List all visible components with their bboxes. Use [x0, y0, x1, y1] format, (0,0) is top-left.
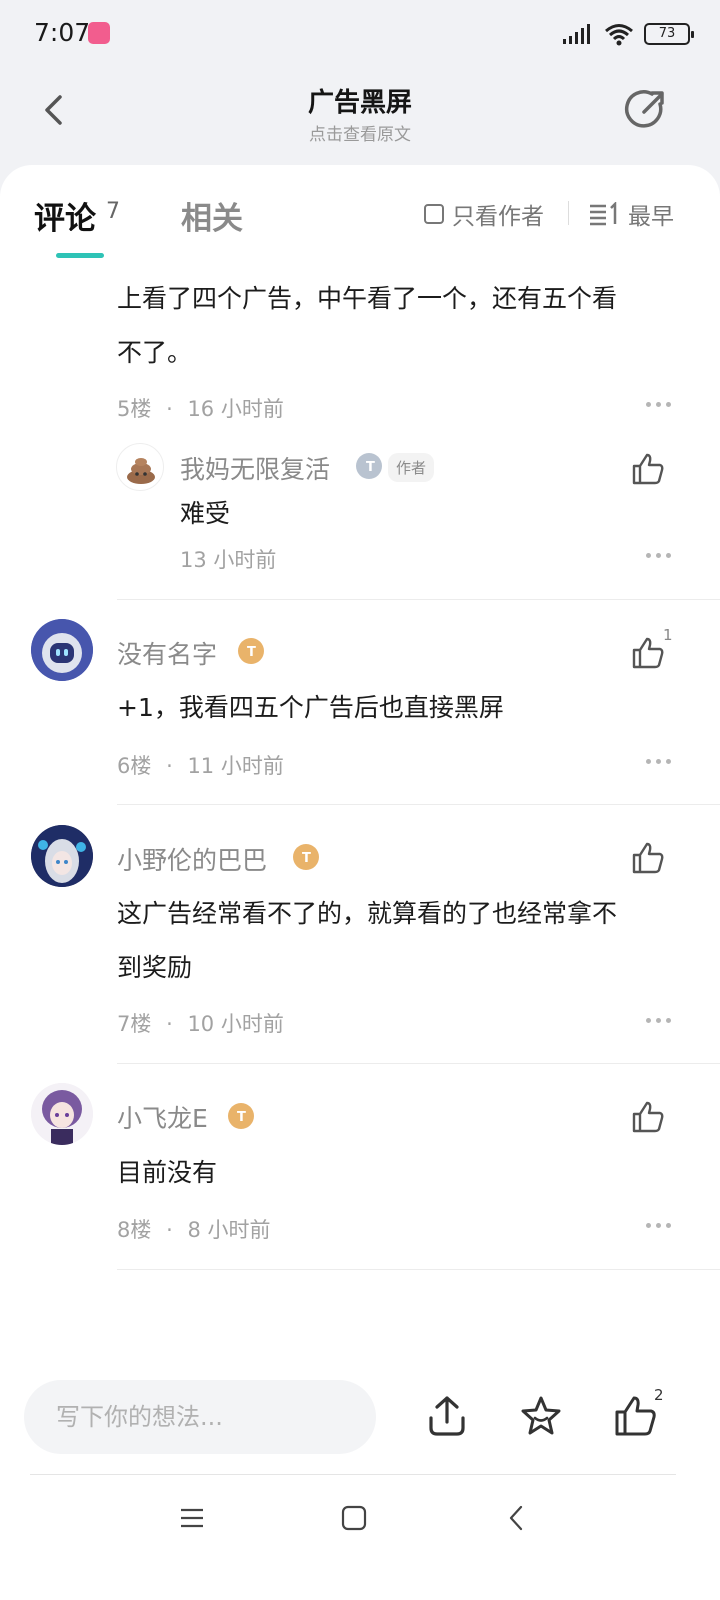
floor-number: 8楼: [117, 1218, 152, 1242]
comment-divider: [117, 599, 720, 600]
like-count: 1: [663, 626, 673, 644]
anime-girl-avatar-icon: [31, 825, 93, 887]
more-options-icon[interactable]: [646, 1018, 672, 1024]
robot-avatar-icon: [31, 619, 93, 681]
share-icon[interactable]: [622, 86, 670, 134]
status-bar: 7:07 73: [0, 0, 720, 70]
svg-text:T: T: [237, 1110, 246, 1125]
back-nav-icon[interactable]: [503, 1504, 531, 1532]
comment-time: 10 小时前: [187, 1012, 284, 1036]
bilibili-notification-icon: [88, 22, 110, 44]
sort-label: 最早: [628, 204, 674, 230]
author-tag: 作者: [388, 453, 435, 482]
tabs-row: 评论 7 相关 只看作者 最早: [0, 165, 720, 265]
bottom-divider: [30, 1474, 676, 1475]
comment-username[interactable]: 小野伦的巴巴: [117, 841, 267, 877]
comment-divider: [117, 1269, 720, 1270]
menu-nav-icon[interactable]: [178, 1504, 206, 1532]
wifi-icon: [605, 24, 633, 46]
reply-text: 难受: [180, 499, 231, 528]
level-badge-icon: T: [228, 1103, 254, 1129]
more-options-icon[interactable]: [646, 402, 672, 408]
page-header: 广告黑屏 点击查看原文: [0, 70, 720, 165]
comment-text: +1，我看四五个广告后也直接黑屏: [117, 693, 504, 722]
tab-divider: [568, 201, 569, 225]
comment-text: 上看了四个广告，中午看了一个，还有五个看: [117, 284, 618, 313]
like-icon[interactable]: [631, 636, 665, 670]
view-original-link[interactable]: 点击查看原文: [0, 120, 720, 145]
comment-meta: 7楼 · 10 小时前: [117, 1008, 284, 1038]
like-icon[interactable]: [631, 841, 665, 875]
only-author-toggle[interactable]: 只看作者: [424, 197, 544, 231]
comment-text: 这广告经常看不了的，就算看的了也经常拿不: [117, 899, 618, 928]
reply-time: 13 小时前: [180, 548, 277, 572]
comment-meta: 6楼 · 11 小时前: [117, 750, 284, 780]
comment-username[interactable]: 没有名字: [117, 635, 217, 671]
user-avatar[interactable]: [31, 619, 93, 681]
comment-time: 16 小时前: [187, 397, 284, 421]
comments-card: 评论 7 相关 只看作者 最早 上看了四个广告，中午看了一个，还有五个看 不了。…: [0, 165, 720, 1360]
status-icons: 73: [562, 20, 694, 48]
signal-icon: [563, 24, 590, 44]
share-upload-icon[interactable]: [425, 1394, 469, 1438]
favorite-star-icon[interactable]: [519, 1394, 563, 1438]
meta-dot: ·: [166, 1218, 173, 1242]
comment-divider: [117, 1063, 720, 1064]
meta-dot: ·: [166, 1012, 173, 1036]
post-like-count: 2: [654, 1386, 664, 1404]
floor-number: 5楼: [117, 397, 152, 421]
svg-text:T: T: [302, 851, 311, 866]
reply-username[interactable]: 我妈无限复活: [180, 450, 330, 486]
post-title[interactable]: 广告黑屏: [0, 82, 720, 119]
sort-button[interactable]: 最早: [588, 197, 674, 231]
level-badge-icon: T: [356, 453, 382, 479]
poop-emoji-icon: [127, 458, 155, 484]
meta-dot: ·: [166, 397, 173, 421]
tab-related[interactable]: 相关: [181, 193, 243, 238]
checkbox-icon[interactable]: [424, 204, 444, 224]
comment-username[interactable]: 小飞龙E: [117, 1099, 208, 1135]
comment-input[interactable]: 写下你的想法...: [24, 1380, 376, 1454]
comments-count: 7: [106, 199, 120, 224]
like-post-icon[interactable]: [613, 1394, 657, 1438]
active-tab-indicator: [56, 253, 104, 258]
comment-text: 不了。: [117, 338, 193, 367]
more-options-icon[interactable]: [646, 1223, 672, 1229]
sort-order-icon: [590, 202, 617, 226]
comment-text: 到奖励: [117, 953, 193, 982]
user-avatar[interactable]: [31, 825, 93, 887]
comment-time: 11 小时前: [187, 754, 284, 778]
comment-meta: 8楼 · 8 小时前: [117, 1214, 270, 1244]
meta-dot: ·: [166, 754, 173, 778]
like-icon[interactable]: [631, 452, 665, 486]
status-time: 7:07: [34, 18, 91, 47]
svg-text:T: T: [366, 460, 375, 475]
floor-number: 7楼: [117, 1012, 152, 1036]
home-nav-icon[interactable]: [340, 1504, 368, 1532]
comment-time: 8 小时前: [187, 1218, 271, 1242]
like-icon[interactable]: [631, 1100, 665, 1134]
battery-indicator: 73: [644, 23, 694, 45]
bottom-bar: 写下你的想法... 2: [0, 1360, 720, 1600]
comment-meta: 5楼 · 16 小时前: [117, 393, 284, 423]
more-options-icon[interactable]: [646, 553, 672, 559]
level-badge-icon: T: [293, 844, 319, 870]
more-options-icon[interactable]: [646, 759, 672, 765]
only-author-label: 只看作者: [452, 204, 544, 230]
purple-hair-avatar-icon: [31, 1083, 93, 1145]
comment-divider: [117, 804, 720, 805]
comment-text: 目前没有: [117, 1158, 218, 1187]
svg-text:T: T: [247, 645, 256, 660]
tab-comments[interactable]: 评论: [34, 193, 96, 238]
user-avatar[interactable]: [31, 1083, 93, 1145]
reply-avatar[interactable]: [116, 443, 164, 491]
level-badge-icon: T: [238, 638, 264, 664]
floor-number: 6楼: [117, 754, 152, 778]
